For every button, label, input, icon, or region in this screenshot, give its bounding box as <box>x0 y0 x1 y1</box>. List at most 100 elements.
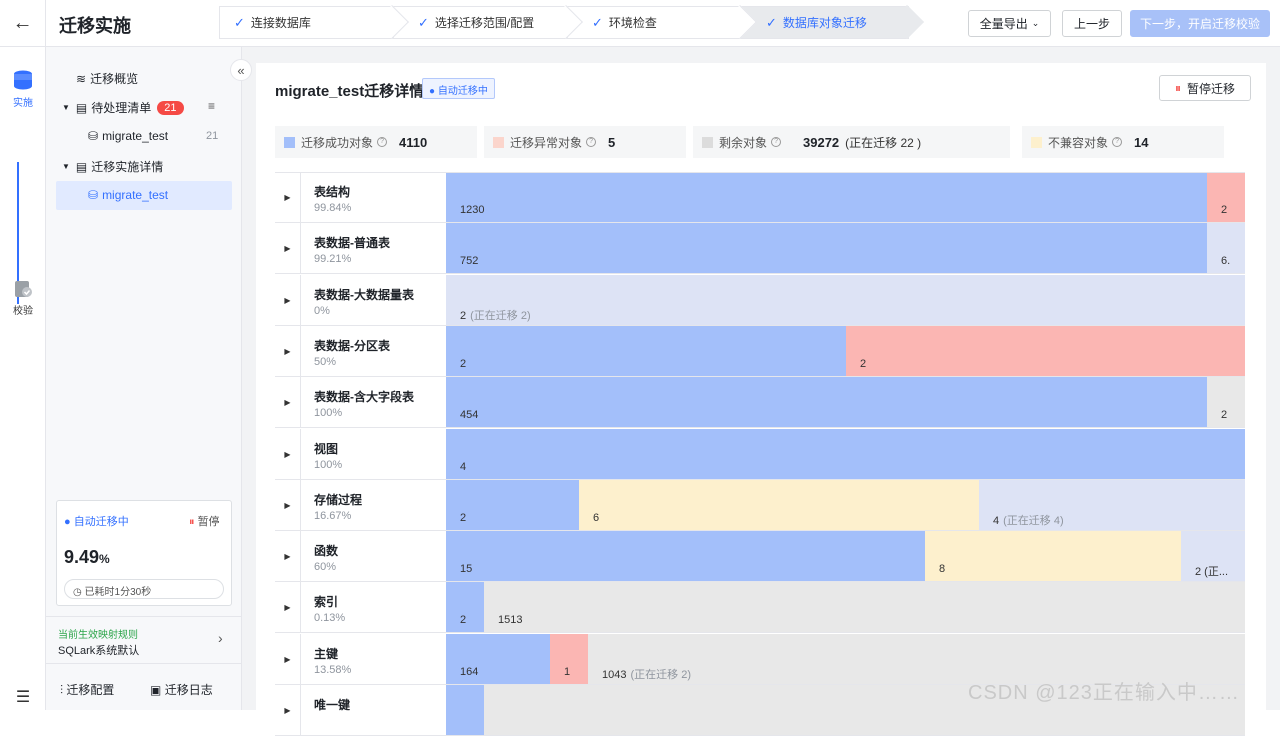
help-icon[interactable]: ? <box>377 137 388 147</box>
menu-icon[interactable]: ☰ <box>0 687 46 707</box>
migration-config-button[interactable]: ⫶ 迁移配置 <box>60 681 114 698</box>
bar-segment-ok[interactable]: 752 <box>446 223 1207 274</box>
table-row[interactable]: ▶ 表数据-分区表 50% 2 2 <box>275 325 1245 377</box>
table-row[interactable]: ▶ 表数据-含大字段表 100% 454 2 <box>275 377 1245 429</box>
step-env-check[interactable]: ✓ 环境检查 <box>567 6 742 39</box>
help-icon[interactable]: ? <box>586 137 597 147</box>
list-icon: ▤ <box>75 100 88 115</box>
bar-segment-ok[interactable]: 164 <box>446 633 550 684</box>
segment-count: 454 <box>460 409 479 422</box>
bar-segment-queued[interactable]: 6. <box>1207 223 1245 273</box>
bar-segment-ok[interactable]: 454 <box>446 377 1207 428</box>
sidebar-item-details-db[interactable]: ⛁ migrate_test <box>88 188 168 202</box>
mapping-rule[interactable]: 当前生效映射规则 SQLark系统默认 › <box>46 616 242 664</box>
table-row[interactable]: ▶ 存储过程 16.67% 2 6 4 (正在迁移 4) <box>275 479 1245 531</box>
bar-segment-err[interactable]: 2 <box>846 325 1245 376</box>
segment-count: 6 <box>593 511 600 524</box>
table-row[interactable]: ▶ 索引 0.13% 2 1513 <box>275 582 1245 634</box>
expand-caret-icon[interactable]: ▶ <box>275 172 301 223</box>
status-tag-text: 自动迁移中 <box>437 86 488 97</box>
bar-segment-ok[interactable]: 1230 <box>446 172 1207 222</box>
bar-segment-rest[interactable]: 1513 <box>484 582 1245 633</box>
bar-segment-ok[interactable] <box>446 685 484 735</box>
expand-caret-icon[interactable]: ▶ <box>275 685 301 736</box>
panel-title: migrate_test迁移详情 <box>275 83 425 100</box>
expand-caret-icon[interactable]: ▶ <box>275 325 301 377</box>
collapse-sidebar-icon[interactable]: « <box>230 59 252 81</box>
step-select-scope[interactable]: ✓ 选择迁移范围/配置 <box>393 6 568 39</box>
scrollbar[interactable] <box>1270 47 1280 710</box>
legend-value: 4110 <box>399 134 428 150</box>
progress-unit: % <box>99 552 110 566</box>
sidebar-item-pending-db[interactable]: ⛁ migrate_test 21 <box>88 129 218 143</box>
table-row[interactable]: ▶ 表结构 99.84% 1230 2 <box>275 172 1245 223</box>
progress-bar: 2 (正在迁移 2) <box>446 274 1245 325</box>
bar-segment-ok[interactable]: 15 <box>446 531 925 582</box>
expand-caret-icon[interactable]: ▶ <box>275 377 301 429</box>
table-row[interactable]: ▶ 表数据-普通表 99.21% 752 6. <box>275 223 1245 275</box>
expand-caret-icon[interactable]: ▶ <box>275 274 301 326</box>
segment-count: 2 <box>460 511 467 524</box>
step-connect-db[interactable]: ✓ 连接数据库 <box>219 6 394 39</box>
legend-swatch <box>1031 136 1042 148</box>
help-icon[interactable]: ? <box>771 137 782 147</box>
log-label: 迁移日志 <box>164 683 213 697</box>
progress-bar: 15 8 2 (正... <box>446 531 1245 582</box>
pause-icon: ⏸ <box>1174 80 1181 95</box>
bar-segment-inc[interactable]: 6 <box>579 479 979 530</box>
segment-count: 4 <box>460 460 467 473</box>
bar-segment-err[interactable]: 2 <box>1207 172 1245 222</box>
table-row[interactable]: ▶ 视图 100% 4 <box>275 428 1245 480</box>
step-object-migration[interactable]: ✓ 数据库对象迁移 <box>741 6 909 39</box>
bar-segment-queued[interactable]: 4 (正在迁移 4) <box>979 480 1245 530</box>
row-name: 表结构 <box>314 185 351 199</box>
rail-verify[interactable]: 校验 <box>0 279 46 317</box>
back-arrow-icon[interactable]: ← <box>0 0 46 47</box>
legend-value: 5 <box>608 134 616 150</box>
page-title: 迁移实施 <box>59 16 131 36</box>
config-label: 迁移配置 <box>66 683 115 697</box>
bar-segment-rest[interactable]: 2 <box>1207 377 1245 428</box>
legend-label: 迁移成功对象 <box>301 135 374 150</box>
verify-icon <box>15 281 32 297</box>
bar-segment-inc[interactable]: 8 <box>925 531 1181 582</box>
export-all-button[interactable]: 全量导出 ⌄ <box>968 10 1051 37</box>
segment-count: 2 <box>1221 409 1228 422</box>
table-row[interactable]: ▶ 表数据-大数据量表 0% 2 (正在迁移 2) <box>275 274 1245 326</box>
progress-bar: 1230 2 <box>446 172 1245 222</box>
bar-segment-ok[interactable]: 2 <box>446 582 484 633</box>
next-step-button[interactable]: 下一步，开启迁移校验 <box>1130 10 1270 37</box>
row-percent: 13.58% <box>314 663 352 676</box>
bar-segment-queued[interactable]: 2 (正... <box>1181 531 1245 581</box>
expand-caret-icon[interactable]: ▶ <box>275 531 301 583</box>
bar-segment-queued[interactable]: 2 (正在迁移 2) <box>446 275 1245 325</box>
expand-caret-icon[interactable]: ▶ <box>275 633 301 685</box>
sidebar-item-overview[interactable]: ≋ 迁移概览 <box>76 70 138 87</box>
segment-count: 2 <box>460 309 467 322</box>
segment-count: 2 <box>460 357 467 370</box>
expand-caret-icon[interactable]: ▶ <box>275 479 301 531</box>
step-label: 数据库对象迁移 <box>782 16 867 30</box>
help-icon[interactable]: ? <box>1112 137 1123 147</box>
bar-segment-ok[interactable]: 2 <box>446 479 579 530</box>
expand-caret-icon[interactable]: ▶ <box>275 223 301 275</box>
sidebar-item-details[interactable]: ▼ ▤ 迁移实施详情 <box>62 158 163 175</box>
table-row[interactable]: ▶ 函数 60% 15 8 2 (正... <box>275 531 1245 583</box>
sidebar-item-pending[interactable]: ▼ ▤ 待处理清单 21 <box>62 99 184 116</box>
prev-step-button[interactable]: 上一步 <box>1062 10 1122 37</box>
pause-small-button[interactable]: ⏸ 暂停 <box>189 513 220 529</box>
pause-migration-label: 暂停迁移 <box>1187 81 1236 96</box>
pause-migration-button[interactable]: ⏸ 暂停迁移 <box>1159 75 1251 101</box>
expand-caret-icon[interactable]: ▶ <box>275 428 301 480</box>
bar-segment-ok[interactable]: 4 <box>446 428 1245 479</box>
expand-caret-icon[interactable]: ▶ <box>275 582 301 634</box>
sort-icon[interactable]: ≡ <box>208 99 215 113</box>
migration-log-button[interactable]: ▣ 迁移日志 <box>150 681 213 698</box>
pending-count-badge: 21 <box>157 100 184 115</box>
row-percent: 100% <box>314 458 343 471</box>
bar-segment-err[interactable]: 1 <box>550 633 588 684</box>
rail-implement[interactable]: 实施 <box>0 69 46 109</box>
step-label: 连接数据库 <box>250 16 311 30</box>
bar-segment-ok[interactable]: 2 <box>446 325 846 376</box>
rule-value: SQLark系统默认 <box>58 645 140 657</box>
